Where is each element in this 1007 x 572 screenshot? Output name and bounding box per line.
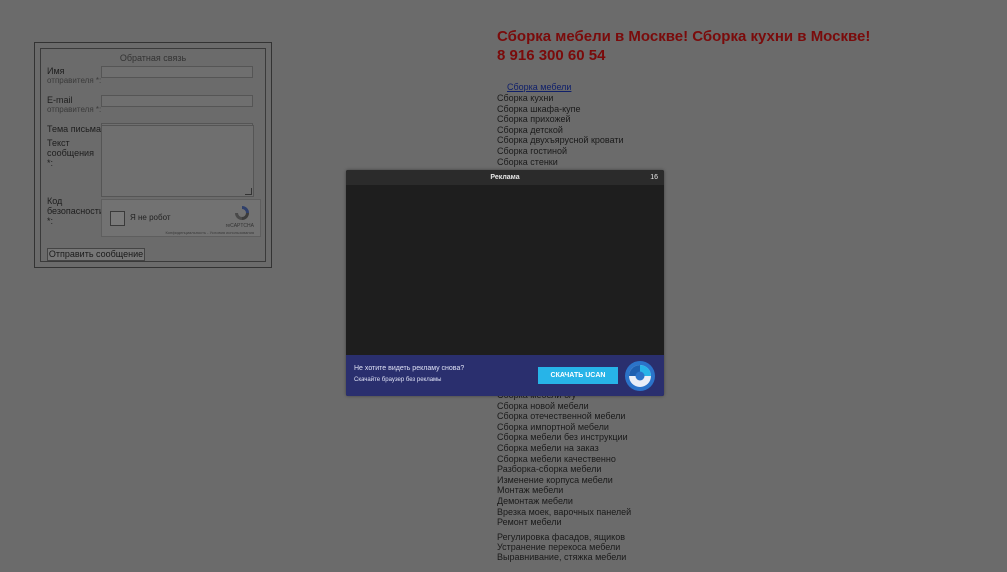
list-item[interactable]: Сборка двухъярусной кровати [497, 135, 624, 146]
list-item[interactable]: Изменение корпуса мебели [497, 475, 631, 486]
name-label: Имя отправителя *: [47, 66, 102, 85]
list-item[interactable]: Сборка отечественной мебели [497, 411, 631, 422]
ad-video-area[interactable] [346, 185, 664, 355]
list-item[interactable]: Сборка мебели без инструкции [497, 432, 631, 443]
recaptcha-widget: Я не робот reCAPTCHA Конфиденциальность … [101, 199, 261, 237]
list-item[interactable]: Сборка мебели на заказ [497, 443, 631, 454]
service-list: Сборка кухни Сборка шкафа-купе Сборка пр… [497, 93, 624, 167]
name-input[interactable] [101, 66, 253, 78]
ad-subtitle: Скачайте браузер без рекламы [354, 377, 442, 383]
page-title: Сборка мебели в Москве! Сборка кухни в М… [497, 28, 871, 45]
ad-header: Реклама 16 [346, 170, 664, 185]
contact-form: Обратная связь Имя отправителя *: E-mail… [40, 48, 266, 262]
resize-handle[interactable] [245, 188, 252, 195]
recaptcha-checkbox-label: Я не робот [130, 213, 171, 222]
recaptcha-brand: reCAPTCHA [225, 223, 254, 229]
ad-question: Не хотите видеть рекламу снова? [354, 365, 465, 372]
service-list-3: Регулировка фасадов, ящиков Устранение п… [497, 532, 626, 562]
list-item[interactable]: Сборка детской [497, 125, 624, 136]
list-item[interactable]: Монтаж мебели [497, 485, 631, 496]
subject-label: Тема письма: [47, 124, 104, 134]
list-item[interactable]: Сборка импортной мебели [497, 422, 631, 433]
list-item[interactable]: Выравнивание, стяжка мебели [497, 552, 626, 562]
list-item[interactable]: Сборка гостиной [497, 146, 624, 157]
email-label: E-mail отправителя *: [47, 95, 102, 114]
list-item[interactable]: Сборка стенки [497, 157, 624, 168]
list-item[interactable]: Регулировка фасадов, ящиков [497, 532, 626, 542]
form-legend: Обратная связь [119, 53, 187, 63]
list-item[interactable]: Разборка-сборка мебели [497, 464, 631, 475]
recaptcha-checkbox[interactable] [110, 211, 125, 226]
list-item[interactable]: Сборка кухни [497, 93, 624, 104]
list-item[interactable]: Сборка шкафа-купе [497, 104, 624, 115]
message-label: Текст сообщения *: [47, 138, 94, 168]
ad-countdown-timer: 16 [650, 174, 658, 181]
message-textarea[interactable] [101, 125, 254, 197]
recaptcha-links[interactable]: Конфиденциальность - Условия использован… [165, 230, 254, 235]
browser-logo-icon[interactable] [624, 360, 656, 392]
list-item[interactable]: Сборка прихожей [497, 114, 624, 125]
list-item[interactable]: Сборка новой мебели [497, 401, 631, 412]
list-item[interactable]: Врезка моек, варочных панелей [497, 507, 631, 518]
submit-button[interactable]: Отправить сообщение [47, 248, 145, 261]
service-list-2: Сборка мебели б/у Сборка новой мебели Сб… [497, 390, 631, 528]
list-item[interactable]: Устранение перекоса мебели [497, 542, 626, 552]
menu-link-assembly[interactable]: Сборка мебели [507, 82, 571, 93]
email-input[interactable] [101, 95, 253, 107]
ad-banner: Не хотите видеть рекламу снова? Скачайте… [346, 355, 664, 396]
list-item[interactable]: Сборка мебели качественно [497, 454, 631, 465]
download-ucan-button[interactable]: СКАЧАТЬ UCAN [538, 367, 618, 384]
contact-form-frame: Обратная связь Имя отправителя *: E-mail… [34, 42, 272, 268]
ad-header-label: Реклама [490, 174, 520, 181]
list-item[interactable]: Демонтаж мебели [497, 496, 631, 507]
ad-overlay: Реклама 16 Не хотите видеть рекламу снов… [346, 170, 664, 396]
list-item[interactable]: Ремонт мебели [497, 517, 631, 528]
phone-number: 8 916 300 60 54 [497, 47, 606, 64]
captcha-label: Код безопасности *: [47, 196, 104, 226]
